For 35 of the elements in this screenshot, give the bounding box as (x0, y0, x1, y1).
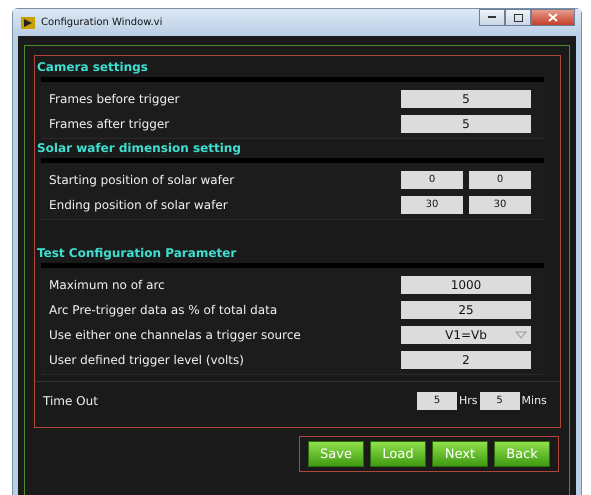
app-icon (21, 16, 35, 28)
maximize-button[interactable] (505, 9, 531, 26)
setting-label: Time Out (43, 394, 99, 408)
setting-label: Use either one channelas a trigger source (49, 328, 302, 342)
section-heading: Camera settings (36, 59, 149, 76)
setting-label: Maximum no of arc (49, 278, 166, 292)
numeric-field[interactable]: 30 (401, 196, 463, 214)
unit-label: Hrs (459, 394, 478, 407)
section-heading: Test Configuration Parameter (36, 245, 238, 262)
maximize-icon (514, 14, 522, 22)
numeric-field[interactable]: 2 (401, 350, 531, 368)
unit-label: Mins (522, 394, 547, 407)
hours-field[interactable]: 5 (417, 392, 457, 410)
minimize-icon (488, 16, 496, 19)
numeric-field[interactable]: 5 (401, 90, 531, 108)
numeric-field[interactable]: 25 (401, 300, 531, 318)
setting-label: Frames after trigger (49, 116, 170, 130)
numeric-field[interactable]: 30 (469, 196, 531, 214)
minutes-field[interactable]: 5 (480, 392, 520, 410)
setting-label: Frames before trigger (49, 92, 180, 106)
window-title: Configuration Window.vi (41, 17, 162, 28)
setting-label: User defined trigger level (volts) (49, 352, 245, 366)
caret-icon (514, 330, 528, 340)
section-heading: Solar wafer dimension setting (36, 140, 242, 157)
close-icon (548, 13, 558, 22)
numeric-field[interactable]: 0 (469, 170, 531, 188)
trigger-source-dropdown[interactable]: V1=Vb (401, 326, 531, 344)
numeric-field[interactable]: 1000 (401, 276, 531, 294)
numeric-field[interactable]: 0 (401, 170, 463, 188)
setting-label: Ending position of solar wafer (49, 198, 229, 212)
setting-label: Starting position of solar wafer (49, 172, 236, 186)
close-button[interactable] (531, 9, 575, 26)
numeric-field[interactable]: 5 (401, 114, 531, 132)
setting-label: Arc Pre-trigger data as % of total data (49, 302, 278, 316)
minimize-button[interactable] (479, 9, 505, 26)
